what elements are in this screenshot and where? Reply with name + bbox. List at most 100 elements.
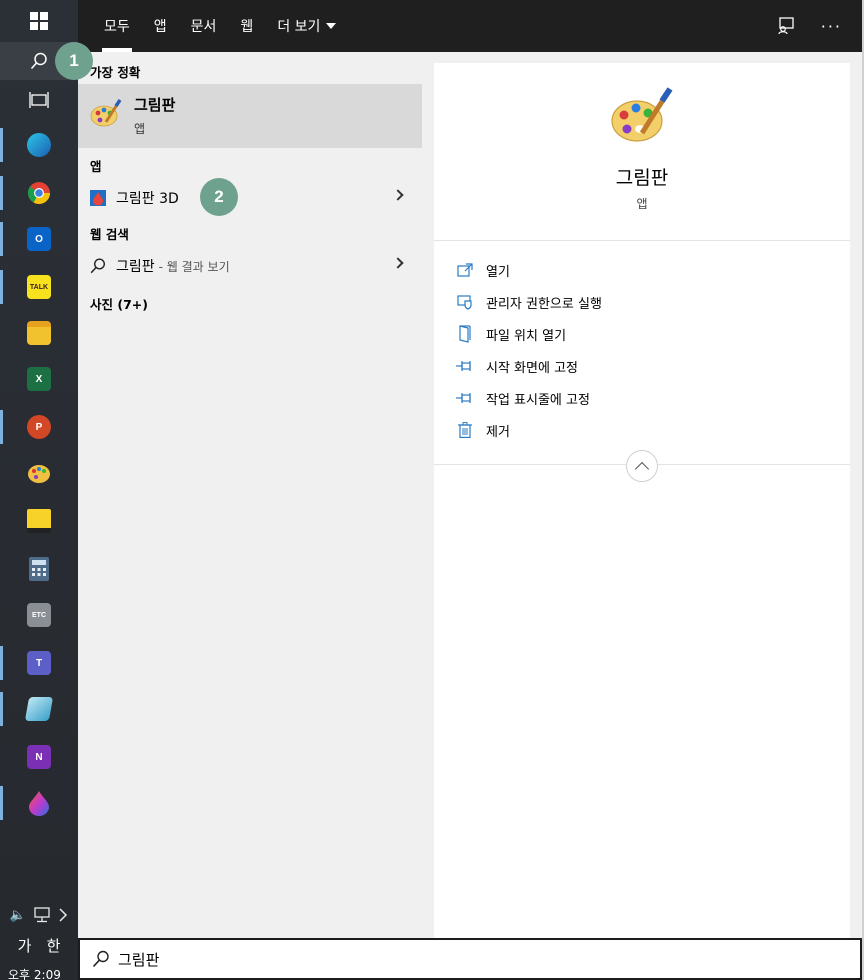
task-view-icon [29,92,49,108]
calculator-icon [29,557,49,581]
tab-documents[interactable]: 문서 [179,0,229,52]
snipping-tool-icon [24,697,54,721]
web-search-header: 웹 검색 [90,227,129,242]
detail-panel: 그림판 앱 열기 관리자 권한으로 실행 파일 위치 열기 시작 화면에 고정 … [434,63,850,938]
best-match-header: 가장 정확 [90,65,141,80]
task-view-button[interactable] [0,82,78,118]
action-label: 열기 [486,264,510,280]
outlook-icon: O [27,227,51,251]
tab-label: 더 보기 [277,19,321,35]
chevron-right-icon[interactable] [58,908,68,922]
paint-3d-icon [90,190,106,206]
action-run-as-admin[interactable]: 관리자 권한으로 실행 [456,288,836,316]
collapse-actions-button[interactable] [626,450,658,482]
file-location-icon [456,325,474,343]
action-open-file-location[interactable]: 파일 위치 열기 [456,320,836,348]
tab-more[interactable]: 더 보기 [265,0,348,52]
search-icon [92,950,109,968]
taskbar-clock[interactable]: 오후 2:09 [8,966,74,980]
powerpoint-icon: P [27,415,51,439]
paint-app-large-icon [611,87,673,142]
windows-logo-icon [30,12,48,30]
action-label: 제거 [486,424,510,440]
taskbar-app-calculator[interactable] [0,546,78,592]
action-uninstall[interactable]: 제거 [456,416,836,444]
sticky-notes-icon [27,509,51,533]
search-results-panel: 가장 정확 그림판 앱 앱 그림판 3D 웹 검색 그림판 - 웹 결과 보기 … [78,52,422,938]
ime-language-right[interactable]: 한 [47,935,61,956]
volume-icon[interactable]: 🔈 [10,908,26,923]
result-item-web-search[interactable]: 그림판 - 웹 결과 보기 [78,249,422,283]
action-pin-to-taskbar[interactable]: 작업 표시줄에 고정 [456,384,836,412]
best-match-title: 그림판 [134,96,176,114]
chevron-up-icon [634,461,650,476]
action-pin-to-start[interactable]: 시작 화면에 고정 [456,352,836,380]
start-button[interactable] [0,0,78,42]
pin-icon [456,357,474,375]
taskbar-app-paint-3d[interactable] [0,780,78,826]
taskbar-app-onenote[interactable]: N [0,734,78,780]
search-input[interactable] [118,946,818,972]
taskbar-app-outlook[interactable]: O [0,216,78,262]
taskbar-app-paint[interactable] [0,450,78,496]
result-item-paint-3d[interactable]: 그림판 3D [78,181,422,215]
network-icon[interactable] [33,907,51,923]
tab-label: 모두 [104,19,130,35]
tab-label: 문서 [190,19,217,35]
taskbar-app-file-explorer[interactable] [0,310,78,356]
taskbar-app-powerpoint[interactable]: P [0,404,78,450]
more-options-icon[interactable]: ··· [821,17,842,36]
taskbar-app-kakaotalk[interactable]: TALK [0,264,78,310]
file-explorer-icon [27,321,51,345]
running-indicator [0,128,3,162]
taskbar-app-snipping-tool[interactable] [0,686,78,732]
tab-web[interactable]: 웹 [228,0,265,52]
result-item-label: 그림판 3D [116,191,179,207]
paint-3d-icon [29,791,49,816]
search-box[interactable] [78,938,862,980]
taskbar-app-etc[interactable]: ETC [0,592,78,638]
open-icon [456,261,474,279]
photos-header[interactable]: 사진 (7+) [90,294,148,313]
taskbar-app-copilot[interactable] [0,122,78,168]
tab-label: 앱 [153,19,167,35]
teams-icon: T [27,651,51,675]
taskbar-app-excel[interactable]: X [0,356,78,402]
running-indicator [0,410,3,444]
trash-icon [456,421,474,439]
taskbar: O TALK X P ETC T N 🔈 가 한 오후 2:09 [0,0,78,980]
chevron-right-icon[interactable] [392,257,404,269]
taskbar-app-teams[interactable]: T [0,640,78,686]
paint-icon [28,465,50,483]
action-open[interactable]: 열기 [456,256,836,284]
running-indicator [0,176,3,210]
chevron-right-icon[interactable] [392,189,404,201]
divider [434,240,850,241]
copilot-swirl-icon [27,133,51,157]
taskbar-app-chrome[interactable] [0,170,78,216]
running-indicator [0,270,3,304]
caret-down-icon [326,23,337,29]
web-search-query: 그림판 [116,259,155,275]
taskbar-app-sticky-notes[interactable] [0,498,78,544]
feedback-icon[interactable] [777,17,795,35]
shield-icon [456,293,474,311]
system-tray: 🔈 [0,900,78,930]
input-method-indicator[interactable]: 가 한 [0,930,78,960]
action-label: 작업 표시줄에 고정 [486,392,590,408]
action-label: 시작 화면에 고정 [486,360,578,376]
best-match-item[interactable]: 그림판 앱 [78,84,422,148]
ime-language-left[interactable]: 가 [18,935,32,956]
paint-icon [90,99,122,127]
pin-icon [456,389,474,407]
chrome-icon [27,182,50,204]
search-icon [30,52,47,70]
tab-all[interactable]: 모두 [92,0,142,52]
running-indicator [0,646,3,680]
tab-apps[interactable]: 앱 [142,0,179,52]
action-label: 관리자 권한으로 실행 [486,296,602,312]
detail-app-type: 앱 [636,197,648,211]
topbar-actions: ··· [777,0,842,52]
onenote-icon: N [27,745,51,769]
running-indicator [0,222,3,256]
